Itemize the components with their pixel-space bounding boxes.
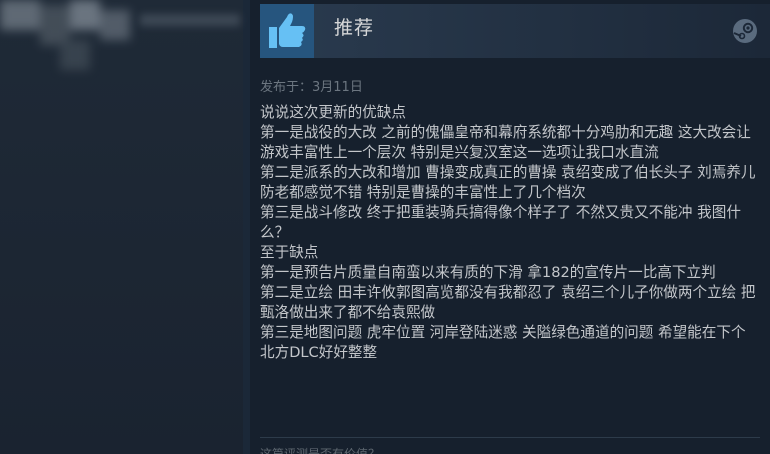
avatar[interactable] — [0, 0, 140, 70]
vote-icon-box — [260, 4, 314, 58]
review-paragraph: 第一是战役的大改 之前的傀儡皇帝和幕府系统都十分鸡肋和无趣 这大改会让游戏丰富性… — [260, 124, 751, 161]
reviewer-name[interactable] — [140, 14, 240, 26]
review-paragraph: 说说这次更新的优缺点 — [260, 104, 406, 121]
review-paragraph: 第三是地图问题 虎牢位置 河岸登陆迷惑 关隘绿色通道的问题 希望能在下个北方DL… — [260, 324, 746, 361]
divider — [260, 437, 760, 438]
vote-header[interactable]: 推荐 — [260, 4, 770, 58]
review-card: 推荐 发布于：3月11日 说说这次更新的优缺点 第一是战役的大改 之前的傀儡皇帝… — [250, 0, 770, 454]
review-paragraph: 至于缺点 — [260, 244, 319, 261]
review-body: 说说这次更新的优缺点 第一是战役的大改 之前的傀儡皇帝和幕府系统都十分鸡肋和无趣… — [260, 103, 760, 363]
review-paragraph: 第二是派系的大改和增加 曹操变成真正的曹操 袁绍变成了伯长头子 刘焉养儿防老都感… — [260, 164, 756, 201]
review-paragraph: 第三是战斗修改 终于把重装骑兵搞得像个样子了 不然又贵又不能冲 我图什么？ — [260, 204, 741, 241]
review-paragraph: 第一是预告片质量自南蛮以来有质的下滑 拿182的宣传片一比高下立判 — [260, 264, 716, 281]
steam-logo-icon — [733, 19, 757, 43]
vote-label: 推荐 — [334, 17, 375, 39]
posted-date: 发布于：3月11日 — [260, 80, 363, 95]
reviewer-panel — [0, 0, 243, 454]
thumbs-up-icon — [269, 13, 306, 48]
review-paragraph: 第二是立绘 田丰许攸郭图高览都没有我都忍了 袁绍三个儿子你做两个立绘 把甄洛做出… — [260, 284, 756, 321]
helpful-question: 这篇评测是否有价值？ — [260, 447, 381, 454]
